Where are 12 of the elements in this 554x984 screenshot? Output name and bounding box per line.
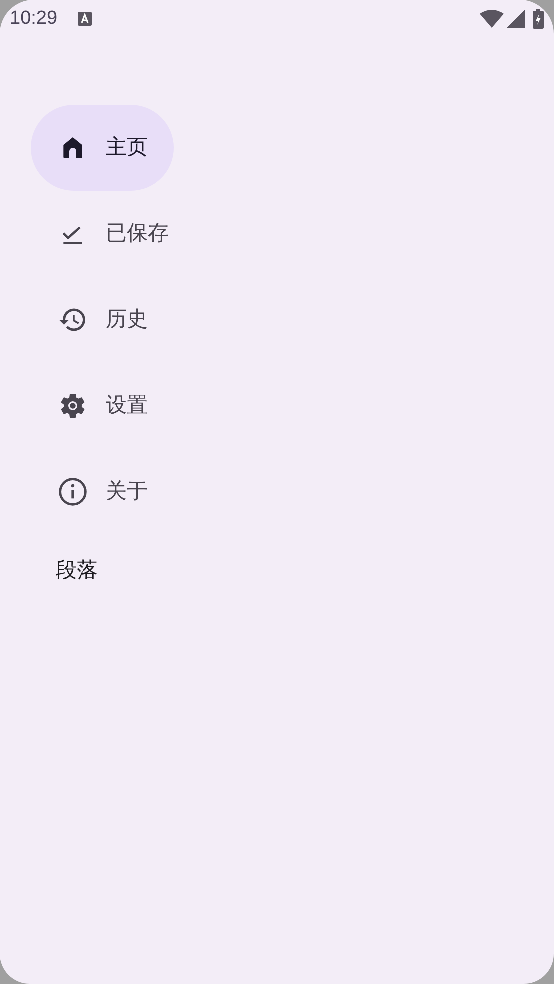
nav-item[interactable]: 已保存 — [31, 191, 195, 277]
wifi-icon — [480, 10, 504, 28]
status-time: 10:29 — [10, 6, 58, 31]
signal-icon — [507, 10, 525, 28]
nav-item[interactable]: 历史 — [31, 277, 174, 363]
info-icon — [57, 476, 89, 508]
nav-item[interactable]: 设置 — [31, 363, 174, 449]
paragraph-text: 段落 — [56, 557, 98, 584]
nav-item[interactable]: 关于 — [31, 449, 174, 535]
battery-icon — [533, 9, 544, 29]
keyboard-app-icon — [78, 12, 92, 26]
nav-item[interactable]: 主页 — [31, 105, 174, 191]
